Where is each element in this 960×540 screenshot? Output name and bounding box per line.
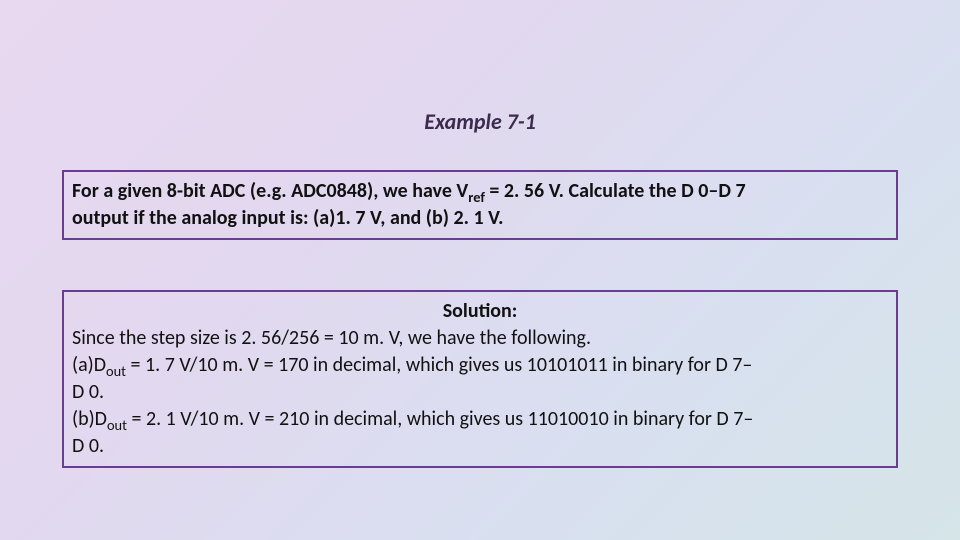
problem-box: For a given 8-bit ADC (e.g. ADC0848), we… [62, 170, 898, 240]
solution-line-2b: = 1. 7 V/10 m. V = 170 in decimal, which… [126, 353, 752, 377]
problem-sub-ref: ref [468, 188, 485, 206]
solution-sub-out-a: out [106, 362, 126, 380]
solution-line-5: D 0. [72, 434, 104, 458]
solution-box: Solution: Since the step size is 2. 56/2… [62, 290, 898, 468]
problem-line-2: output if the analog input is: (a)1. 7 V… [72, 206, 503, 230]
problem-line-1a: For a given 8-bit ADC (e.g. ADC0848), we… [72, 179, 468, 203]
slide-page: Example 7-1 For a given 8-bit ADC (e.g. … [0, 0, 960, 540]
solution-line-3: D 0. [72, 380, 104, 404]
problem-line-1b: = 2. 56 V. Calculate the D 0–D 7 [485, 179, 746, 203]
solution-line-4b: = 2. 1 V/10 m. V = 210 in decimal, which… [127, 407, 753, 431]
slide-title: Example 7-1 [0, 108, 960, 135]
solution-sub-out-b: out [107, 416, 127, 434]
solution-heading: Solution: [72, 298, 888, 325]
solution-line-1: Since the step size is 2. 56/256 = 10 m.… [72, 326, 591, 350]
solution-line-2a: (a)D [72, 353, 106, 377]
solution-line-4a: (b)D [72, 407, 107, 431]
